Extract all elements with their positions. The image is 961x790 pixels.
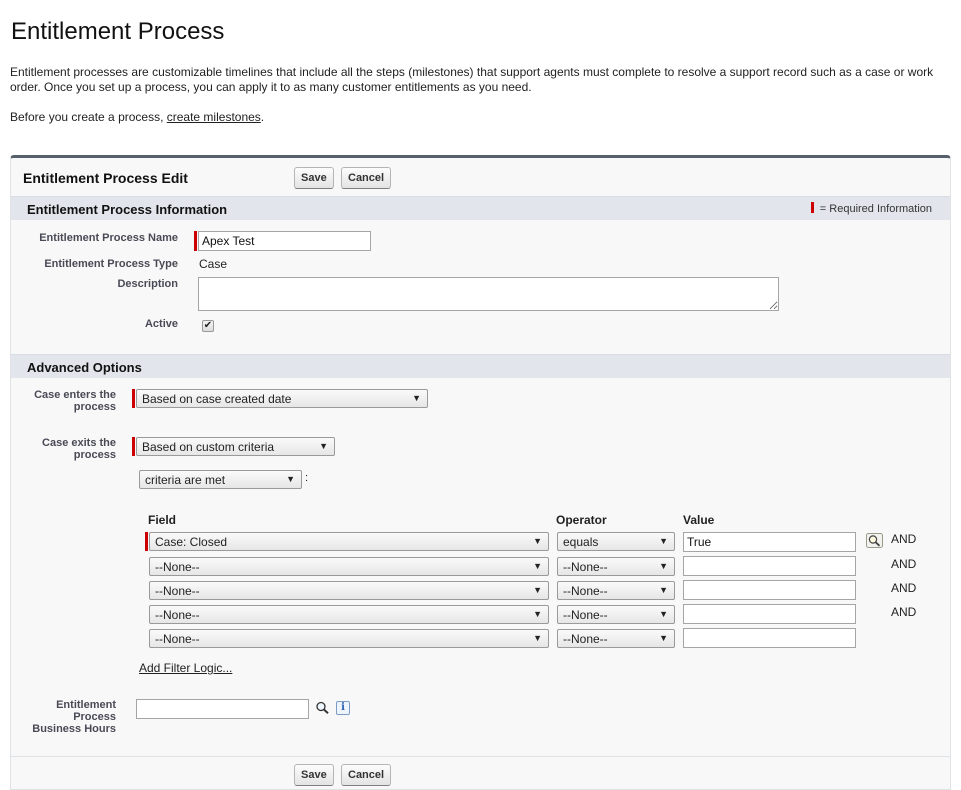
filter-operator-select-1[interactable]: equals ▼ (557, 532, 675, 551)
edit-panel: Entitlement Process Edit Save Cancel Ent… (10, 155, 951, 790)
intro-text: Entitlement processes are customizable t… (10, 65, 934, 94)
exits-label-line-2: process (73, 449, 116, 461)
filter-field-select-1[interactable]: Case: Closed ▼ (149, 532, 549, 551)
name-label: Entitlement Process Name (39, 232, 178, 244)
before-text: Before you create a process, create mile… (10, 110, 264, 124)
chevron-down-icon: ▼ (659, 609, 668, 619)
before-prefix: Before you create a process, (10, 110, 167, 124)
chevron-down-icon: ▼ (533, 609, 542, 619)
add-filter-logic-link[interactable]: Add Filter Logic... (139, 661, 232, 675)
filter-value-input-5[interactable] (683, 628, 856, 648)
name-required-marker (194, 231, 197, 251)
criteria-select-value: criteria are met (145, 473, 226, 487)
cancel-button-bottom[interactable]: Cancel (341, 764, 392, 786)
type-value: Case (199, 257, 228, 271)
chevron-down-icon: ▼ (659, 585, 668, 595)
chevron-down-icon: ▼ (533, 536, 542, 546)
filter-value-input-1[interactable] (683, 532, 856, 552)
filter-field-value-5: --None-- (155, 632, 200, 646)
exits-required-marker (132, 437, 135, 456)
type-label: Entitlement Process Type (44, 258, 178, 270)
filter-operator-value-4: --None-- (563, 608, 608, 622)
description-textarea[interactable] (198, 277, 779, 311)
lookup-icon[interactable] (866, 533, 883, 548)
edit-panel-title: Entitlement Process Edit (23, 170, 188, 186)
save-button-top[interactable]: Save (294, 167, 334, 189)
filter-operator-value-1: equals (563, 535, 599, 549)
required-legend: = Required Information (810, 202, 932, 215)
filter-value-input-3[interactable] (683, 580, 856, 600)
filter-field-value-3: --None-- (155, 584, 200, 598)
advanced-section-title: Advanced Options (27, 360, 142, 375)
and-label-1: AND (891, 532, 917, 546)
filter-field-value-1: Case: Closed (155, 535, 228, 549)
criteria-colon: : (305, 472, 309, 484)
name-input[interactable] (198, 231, 371, 251)
enters-label-line-1: Case enters the (34, 389, 116, 401)
filter-value-input-4[interactable] (683, 604, 856, 624)
info-section-title: Entitlement Process Information (27, 202, 228, 217)
chevron-down-icon: ▼ (659, 633, 668, 643)
info-section-header: Entitlement Process Information = Requir… (11, 196, 950, 220)
field-required-marker (145, 532, 148, 551)
chevron-down-icon: ▼ (533, 633, 542, 643)
enters-select-value: Based on case created date (142, 392, 292, 406)
advanced-section-header: Advanced Options (11, 354, 950, 378)
business-hours-label-line-1: Entitlement (56, 699, 116, 711)
enters-select[interactable]: Based on case created date ▼ (136, 389, 428, 408)
filter-operator-select-5[interactable]: --None-- ▼ (557, 629, 675, 648)
business-hours-label-line-2: Process (73, 711, 116, 723)
chevron-down-icon: ▼ (412, 393, 421, 403)
chevron-down-icon: ▼ (533, 585, 542, 595)
required-marker (810, 202, 814, 213)
enters-label: Case enters the process (11, 389, 116, 413)
and-label-3: AND (891, 581, 917, 595)
active-label: Active (144, 318, 178, 330)
criteria-select[interactable]: criteria are met ▼ (139, 470, 302, 489)
filter-value-input-2[interactable] (683, 556, 856, 576)
chevron-down-icon: ▼ (286, 474, 295, 484)
filter-operator-value-2: --None-- (563, 560, 608, 574)
filter-field-select-3[interactable]: --None-- ▼ (149, 581, 549, 600)
and-label-2: AND (891, 557, 917, 571)
page-title: Entitlement Process (11, 18, 225, 45)
filter-field-value-4: --None-- (155, 608, 200, 622)
exits-select[interactable]: Based on custom criteria ▼ (136, 437, 335, 456)
business-hours-label-line-3: Business Hours (32, 723, 116, 735)
value-column-header: Value (683, 513, 715, 527)
exits-label: Case exits the process (11, 437, 116, 461)
and-label-4: AND (891, 605, 917, 619)
bottom-divider (11, 756, 950, 757)
chevron-down-icon: ▼ (533, 561, 542, 571)
description-label: Description (117, 278, 178, 290)
filter-operator-select-4[interactable]: --None-- ▼ (557, 605, 675, 624)
filter-field-select-4[interactable]: --None-- ▼ (149, 605, 549, 624)
exits-select-value: Based on custom criteria (142, 440, 275, 454)
info-icon[interactable]: i (336, 701, 350, 715)
required-legend-text: = Required Information (819, 203, 932, 215)
create-milestones-link[interactable]: create milestones (167, 110, 261, 124)
business-hours-input[interactable] (136, 699, 309, 719)
chevron-down-icon: ▼ (659, 561, 668, 571)
filter-field-select-2[interactable]: --None-- ▼ (149, 557, 549, 576)
business-hours-label: Entitlement Process Business Hours (11, 699, 116, 735)
lookup-icon[interactable] (314, 700, 331, 715)
filter-operator-select-3[interactable]: --None-- ▼ (557, 581, 675, 600)
chevron-down-icon: ▼ (659, 536, 668, 546)
enters-label-line-2: process (73, 401, 116, 413)
exits-label-line-1: Case exits the (42, 437, 116, 449)
cancel-button-top[interactable]: Cancel (341, 167, 392, 189)
save-button-bottom[interactable]: Save (294, 764, 334, 786)
filter-operator-value-3: --None-- (563, 584, 608, 598)
filter-field-select-5[interactable]: --None-- ▼ (149, 629, 549, 648)
before-suffix: . (260, 110, 265, 124)
filter-operator-value-5: --None-- (563, 632, 608, 646)
chevron-down-icon: ▼ (319, 441, 328, 451)
operator-column-header: Operator (556, 513, 607, 527)
filter-field-value-2: --None-- (155, 560, 200, 574)
active-checkbox[interactable]: ✔ (202, 320, 214, 332)
field-column-header: Field (148, 513, 177, 527)
filter-operator-select-2[interactable]: --None-- ▼ (557, 557, 675, 576)
enters-required-marker (132, 389, 135, 408)
